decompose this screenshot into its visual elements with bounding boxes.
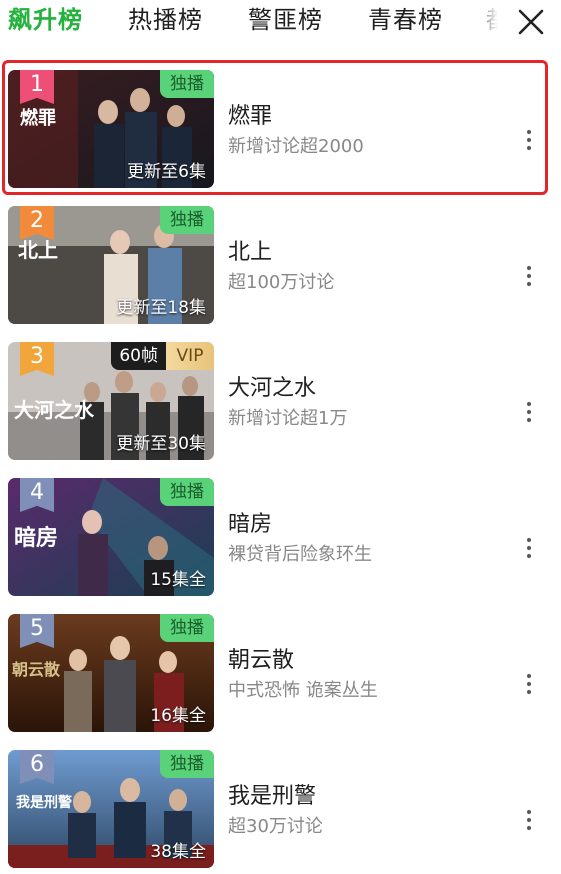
item-subtitle: 新增讨论超1万 [228,408,348,429]
item-title[interactable]: 暗房 [228,506,272,538]
vip-badge: VIP [166,342,214,370]
episode-status: 16集全 [150,706,206,726]
poster[interactable]: 北上 2 独播 更新至18集 [8,206,214,324]
exclusive-badge: 独播 [160,70,214,98]
episode-status: 38集全 [150,842,206,862]
exclusive-badge: 独播 [160,206,214,234]
exclusive-badge: 独播 [160,750,214,778]
more-vertical-icon[interactable] [522,130,536,156]
item-title[interactable]: 大河之水 [228,370,316,402]
poster[interactable]: 暗房 4 独播 15集全 [8,478,214,596]
more-vertical-icon[interactable] [522,674,536,700]
poster-title: 朝云散 [12,660,61,679]
tabs-fade [470,0,510,44]
more-vertical-icon[interactable] [522,810,536,836]
list-item[interactable]: 北上 2 独播 更新至18集 北上 超100万讨论 [0,194,561,330]
item-subtitle: 中式恐怖 诡案丛生 [228,680,378,701]
episode-status: 更新至18集 [116,298,206,318]
poster-title: 暗房 [14,525,59,551]
item-subtitle: 超100万讨论 [228,272,335,293]
list-item[interactable]: 朝云散 5 独播 16集全 朝云散 中式恐怖 诡案丛生 [0,602,561,738]
poster-title: 大河之水 [14,398,94,422]
tab-soaring[interactable]: 飙升榜 [8,4,83,36]
item-title[interactable]: 我是刑警 [228,778,316,810]
fps-badge: 60帧 [111,342,166,370]
close-button[interactable] [512,4,550,40]
item-title[interactable]: 北上 [228,234,272,266]
list-item[interactable]: 我是刑警 6 独播 38集全 我是刑警 超30万讨论 [0,738,561,874]
item-title[interactable]: 燃罪 [228,98,272,130]
poster-title: 燃罪 [20,108,56,129]
poster[interactable]: 我是刑警 6 独播 38集全 [8,750,214,868]
episode-status: 15集全 [150,570,206,590]
item-subtitle: 新增讨论超2000 [228,136,364,157]
poster[interactable]: 大河之水 3 60帧 VIP 更新至30集 [8,342,214,460]
tab-crime[interactable]: 警匪榜 [248,4,323,36]
more-vertical-icon[interactable] [522,402,536,428]
list-item[interactable]: 暗房 4 独播 15集全 暗房 裸贷背后险象环生 [0,466,561,602]
episode-status: 更新至6集 [127,162,206,182]
item-subtitle: 超30万讨论 [228,816,323,837]
item-subtitle: 裸贷背后险象环生 [228,544,372,565]
more-vertical-icon[interactable] [522,538,536,564]
tab-youth[interactable]: 青春榜 [368,4,443,36]
exclusive-badge: 独播 [160,614,214,642]
item-title[interactable]: 朝云散 [228,642,294,674]
ranking-tabs: 飙升榜 热播榜 警匪榜 青春榜 都 [0,0,561,44]
poster[interactable]: 朝云散 5 独播 16集全 [8,614,214,732]
close-icon [518,9,544,35]
poster[interactable]: 燃罪 1 独播 更新至6集 [8,70,214,188]
more-vertical-icon[interactable] [522,266,536,292]
poster-title: 我是刑警 [16,795,72,811]
exclusive-badge: 独播 [160,478,214,506]
episode-status: 更新至30集 [116,434,206,454]
list-item[interactable]: 燃罪 1 独播 更新至6集 燃罪 新增讨论超2000 [0,58,561,195]
list-item[interactable]: 大河之水 3 60帧 VIP 更新至30集 大河之水 新增讨论超1万 [0,330,561,466]
tab-hot[interactable]: 热播榜 [128,4,203,36]
